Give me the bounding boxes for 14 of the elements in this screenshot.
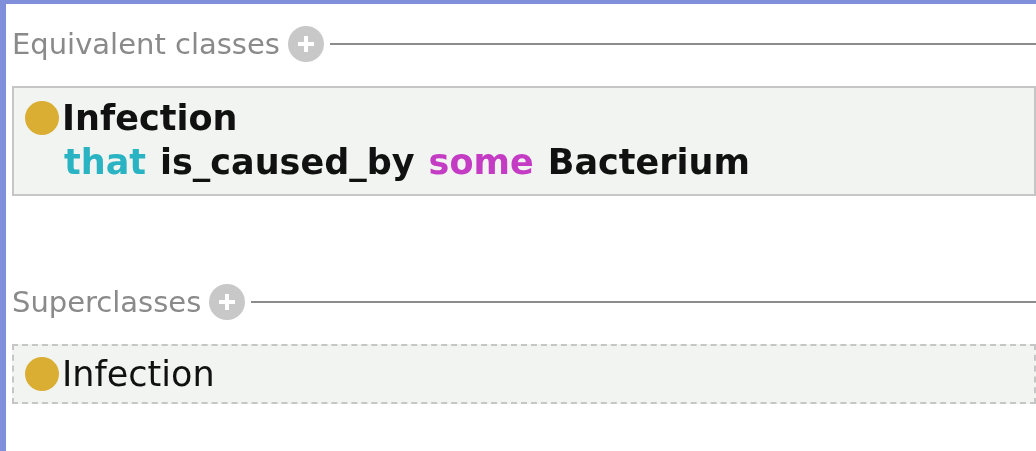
section-title: Superclasses bbox=[12, 285, 202, 319]
expression-token: that bbox=[64, 142, 146, 182]
add-icon[interactable] bbox=[209, 284, 246, 320]
expression-token: some bbox=[428, 142, 534, 182]
expression-token: Infection bbox=[62, 354, 215, 394]
expression-token: Infection bbox=[62, 98, 238, 138]
class-expression-row[interactable]: Infection bbox=[12, 344, 1036, 404]
class-expression-row[interactable]: Infection that is_caused_by some Bacterium bbox=[12, 86, 1036, 196]
expression-token: Bacterium bbox=[547, 142, 750, 182]
expression-token: is_caused_by bbox=[160, 142, 415, 182]
class-icon bbox=[24, 100, 60, 136]
class-icon bbox=[24, 356, 60, 392]
add-icon[interactable] bbox=[287, 26, 324, 62]
section-title: Equivalent classes bbox=[12, 27, 280, 61]
